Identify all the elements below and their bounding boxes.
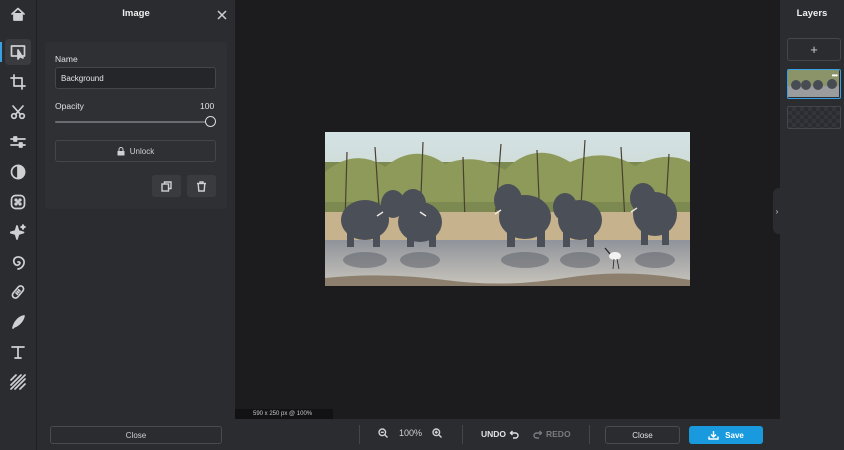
draw-icon[interactable] [5,309,31,335]
canvas-dimensions: 590 x 250 px @ 100% [235,409,333,419]
close-editor-button[interactable]: Close [605,426,680,444]
filter-icon[interactable] [5,159,31,185]
unlock-label: Unlock [129,146,155,156]
redo-icon [533,430,543,439]
name-field[interactable] [55,67,216,89]
add-layer-button[interactable]: + [787,38,841,61]
arrange-icon[interactable] [0,39,31,65]
cut-icon[interactable] [5,99,31,125]
divider [589,425,590,444]
undo-label: UNDO [481,429,507,439]
zoom-in-icon[interactable] [432,428,442,438]
image-properties-panel: Image Name Opacity 100 Unlock [37,0,235,450]
opacity-label: Opacity [55,101,84,111]
divider [462,425,463,444]
layer-item-empty[interactable] [787,106,841,129]
lock-icon [117,146,125,155]
trash-icon [197,180,206,192]
zoom-level[interactable]: 100% [399,428,422,438]
name-label: Name [55,54,78,64]
layers-panel: Layers + ••• [780,0,844,450]
opacity-slider-track[interactable] [55,121,208,123]
zoom-out-icon[interactable] [378,428,388,438]
close-icon[interactable] [216,8,228,20]
retouch-icon[interactable] [5,279,31,305]
more-options-icon[interactable]: ••• [832,71,838,80]
tool-rail [0,0,37,450]
panel-header: Image [37,0,235,28]
divider [359,425,360,444]
chevron-right-icon: › [775,206,779,216]
photo-editor-app: Image Name Opacity 100 Unlock [0,0,844,450]
plus-icon: + [810,42,818,57]
save-label: Save [725,430,744,440]
duplicate-icon [161,180,172,192]
duplicate-button[interactable] [152,175,181,197]
unlock-button[interactable]: Unlock [55,140,216,162]
pattern-icon[interactable] [5,369,31,395]
layers-title: Layers [796,8,828,19]
panel-title: Image [122,8,150,19]
delete-button[interactable] [187,175,216,197]
text-icon[interactable] [5,339,31,365]
save-button[interactable]: Save [689,426,763,444]
layer-item-background[interactable]: ••• [787,69,841,99]
ai-sparkle-icon[interactable] [5,219,31,245]
crop-icon[interactable] [5,69,31,95]
home-icon[interactable] [5,1,31,27]
canvas-area[interactable]: 590 x 250 px @ 100% › [235,0,781,419]
bottom-toolbar: Close 100% UNDO REDO Close Save [37,419,844,450]
undo-button[interactable]: UNDO [481,429,519,439]
opacity-slider-thumb[interactable] [205,116,216,127]
effects-icon[interactable] [5,189,31,215]
undo-icon [509,430,519,439]
adjust-icon[interactable] [5,129,31,155]
liquify-icon[interactable] [5,249,31,275]
close-panel-button[interactable]: Close [50,426,222,444]
redo-label: REDO [546,429,571,439]
redo-button[interactable]: REDO [533,429,571,439]
download-icon [708,431,719,440]
canvas-image[interactable] [325,132,690,286]
opacity-value: 100 [200,101,215,111]
